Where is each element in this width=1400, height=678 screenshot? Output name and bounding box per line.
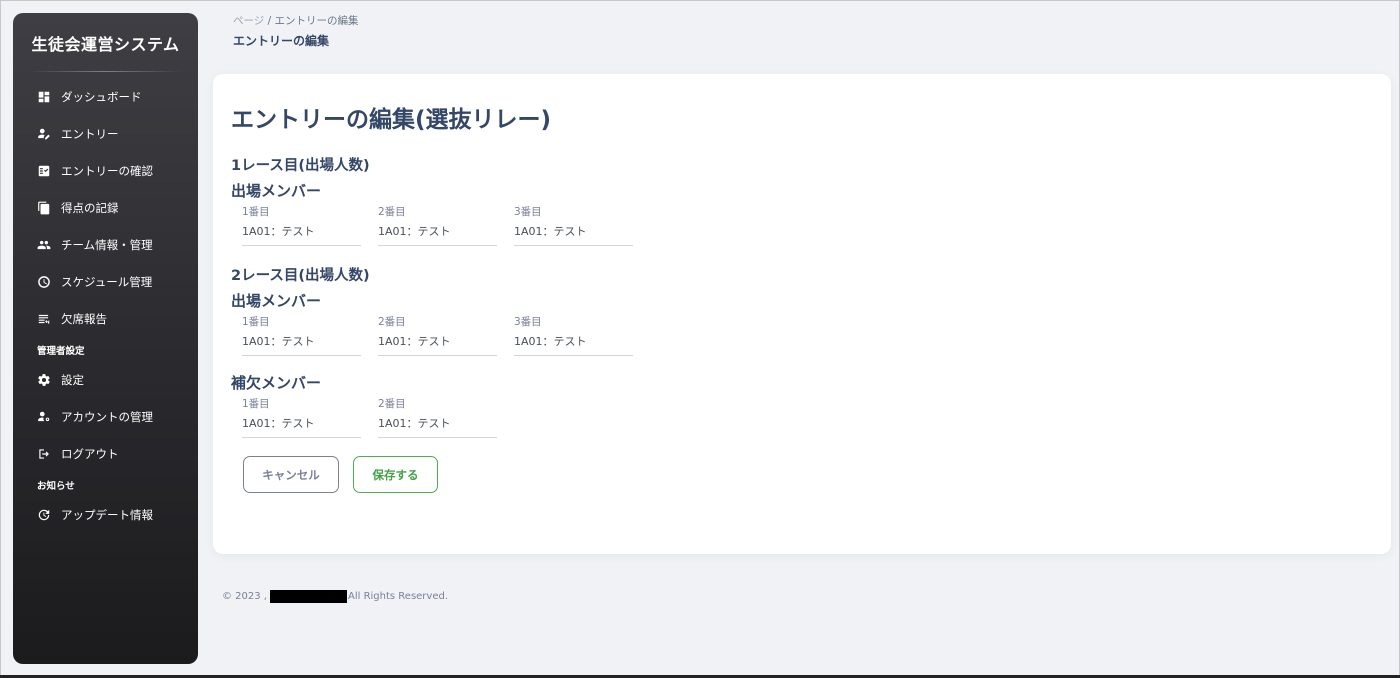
member-field-1: 1番目 1A01：テスト <box>242 204 361 246</box>
field-label: 2番目 <box>378 206 406 218</box>
gear-icon <box>37 373 51 387</box>
field-label: 3番目 <box>514 206 542 218</box>
member-field-1: 1番目 1A01：テスト <box>242 314 361 356</box>
sidebar-item-label: エントリーの確認 <box>61 163 153 178</box>
sidebar-item-entry[interactable]: エントリー <box>13 115 198 152</box>
substitute-field-1: 1番目 1A01：テスト <box>242 396 361 438</box>
sidebar-item-label: ダッシュボード <box>61 89 142 104</box>
substitutes-section: 補欠メンバー 1番目 1A01：テスト 2番目 1A01：テスト <box>231 372 1373 438</box>
sidebar-item-entry-check[interactable]: エントリーの確認 <box>13 152 198 189</box>
update-icon <box>37 508 51 522</box>
sidebar-item-label: ログアウト <box>61 446 119 461</box>
substitute-fields: 1番目 1A01：テスト 2番目 1A01：テスト <box>231 396 1373 438</box>
sidebar: 生徒会運営システム ダッシュボード エントリー エントリーの確認 得点の記録 チ… <box>13 13 198 664</box>
sidebar-item-label: チーム情報・管理 <box>61 237 153 252</box>
member-select[interactable]: 1A01：テスト <box>242 219 361 246</box>
sidebar-item-account-management[interactable]: アカウントの管理 <box>13 398 198 435</box>
sidebar-item-update-info[interactable]: アップデート情報 <box>13 496 198 533</box>
substitutes-title: 補欠メンバー <box>231 374 322 392</box>
sidebar-item-team-info[interactable]: チーム情報・管理 <box>13 226 198 263</box>
member-select[interactable]: 1A01：テスト <box>514 329 633 356</box>
clock-icon <box>37 275 51 289</box>
breadcrumb-path: ページ / エントリーの編集 <box>233 13 359 28</box>
member-select[interactable]: 1A01：テスト <box>242 329 361 356</box>
save-button[interactable]: 保存する <box>353 456 438 493</box>
group-icon <box>37 238 51 252</box>
member-select[interactable]: 1A01：テスト <box>514 219 633 246</box>
sidebar-item-label: アカウントの管理 <box>61 409 153 424</box>
admin-section-heading: 管理者設定 <box>37 346 85 357</box>
field-label: 1番目 <box>242 206 270 218</box>
sidebar-item-label: 得点の記録 <box>61 200 119 215</box>
field-label: 1番目 <box>242 316 270 328</box>
brand-divider <box>29 71 182 72</box>
sidebar-item-label: 設定 <box>61 372 84 387</box>
window-top-border <box>0 0 1400 1</box>
member-select[interactable]: 1A01：テスト <box>378 329 497 356</box>
window-left-border <box>0 0 1 678</box>
brand-title: 生徒会運営システム <box>31 35 180 54</box>
field-label: 2番目 <box>378 316 406 328</box>
person-edit-icon <box>37 127 51 141</box>
members-title: 出場メンバー <box>231 292 322 310</box>
race-title: 1レース目(出場人数) <box>231 158 370 174</box>
footer-rights: All Rights Reserved. <box>348 591 449 602</box>
race-title: 2レース目(出場人数) <box>231 268 370 284</box>
race-2-section: 2レース目(出場人数) 出場メンバー 1番目 1A01：テスト 2番目 1A01… <box>231 264 1373 356</box>
list-icon <box>37 312 51 326</box>
member-select[interactable]: 1A01：テスト <box>242 411 361 438</box>
field-label: 2番目 <box>378 398 406 410</box>
sidebar-item-dashboard[interactable]: ダッシュボード <box>13 78 198 115</box>
breadcrumb-separator: / <box>267 15 272 27</box>
sidebar-item-label: エントリー <box>61 126 119 141</box>
breadcrumb-page: エントリーの編集 <box>274 15 359 27</box>
sidebar-item-schedule[interactable]: スケジュール管理 <box>13 263 198 300</box>
member-field-2: 2番目 1A01：テスト <box>378 314 497 356</box>
sidebar-item-absence-report[interactable]: 欠席報告 <box>13 300 198 337</box>
page-title: エントリーの編集(選抜リレー) <box>231 107 552 133</box>
dashboard-icon <box>37 90 51 104</box>
race-1-section: 1レース目(出場人数) 出場メンバー 1番目 1A01：テスト 2番目 1A01… <box>231 154 1373 246</box>
sidebar-item-score-record[interactable]: 得点の記録 <box>13 189 198 226</box>
redacted-name <box>270 590 347 603</box>
members-title: 出場メンバー <box>231 182 322 200</box>
news-section-heading: お知らせ <box>37 481 75 492</box>
copy-icon <box>37 201 51 215</box>
manage-accounts-icon <box>37 410 51 424</box>
logout-icon <box>37 447 51 461</box>
sidebar-item-label: スケジュール管理 <box>61 274 153 289</box>
member-select[interactable]: 1A01：テスト <box>378 219 497 246</box>
sidebar-item-logout[interactable]: ログアウト <box>13 435 198 472</box>
member-field-3: 3番目 1A01：テスト <box>514 204 633 246</box>
checklist-icon <box>37 164 51 178</box>
footer-copyright: © 2023 , <box>222 591 267 602</box>
sidebar-item-label: 欠席報告 <box>61 311 107 326</box>
breadcrumb-current: エントリーの編集 <box>233 34 330 48</box>
member-fields: 1番目 1A01：テスト 2番目 1A01：テスト 3番目 1A01：テスト <box>231 314 1373 356</box>
member-fields: 1番目 1A01：テスト 2番目 1A01：テスト 3番目 1A01：テスト <box>231 204 1373 246</box>
breadcrumb: ページ / エントリーの編集 エントリーの編集 <box>233 13 359 49</box>
breadcrumb-root[interactable]: ページ <box>233 15 264 27</box>
footer: © 2023 , All Rights Reserved. <box>222 590 448 603</box>
entry-edit-card: エントリーの編集(選抜リレー) 1レース目(出場人数) 出場メンバー 1番目 1… <box>213 74 1391 554</box>
member-select[interactable]: 1A01：テスト <box>378 411 497 438</box>
substitute-field-2: 2番目 1A01：テスト <box>378 396 497 438</box>
field-label: 3番目 <box>514 316 542 328</box>
member-field-2: 2番目 1A01：テスト <box>378 204 497 246</box>
cancel-button[interactable]: キャンセル <box>243 456 339 493</box>
sidebar-item-label: アップデート情報 <box>61 507 153 522</box>
member-field-3: 3番目 1A01：テスト <box>514 314 633 356</box>
form-actions: キャンセル 保存する <box>231 456 1373 493</box>
sidebar-item-settings[interactable]: 設定 <box>13 361 198 398</box>
field-label: 1番目 <box>242 398 270 410</box>
